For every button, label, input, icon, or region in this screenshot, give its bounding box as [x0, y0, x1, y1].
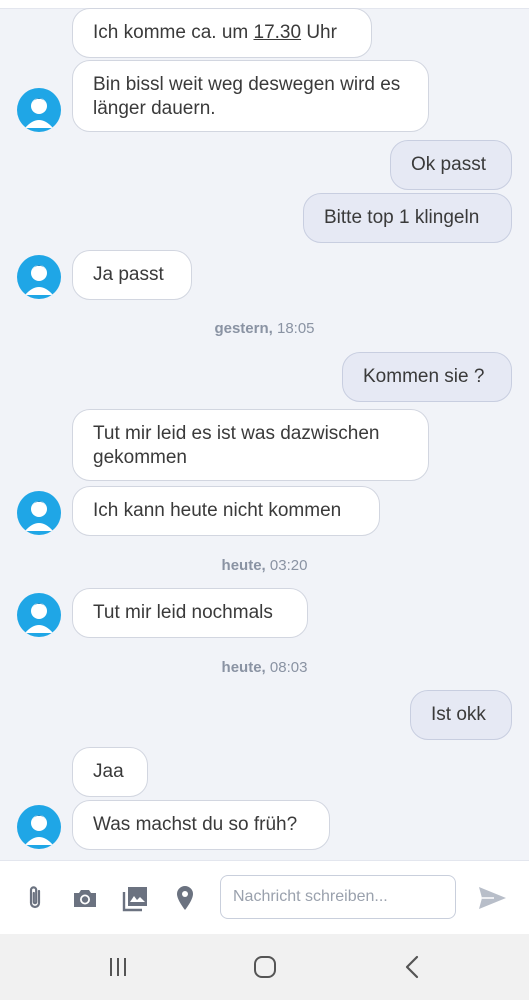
send-icon[interactable]	[476, 883, 508, 913]
time-link[interactable]: 17.30	[254, 22, 302, 43]
user-avatar-icon[interactable]	[17, 255, 61, 299]
timestamp-time: 18:05	[272, 320, 315, 337]
message-outgoing[interactable]: Kommen sie ?	[342, 352, 512, 402]
message-text: Was machst du so früh?	[93, 814, 298, 835]
message-outgoing[interactable]: Bitte top 1 klingeln	[303, 193, 512, 243]
message-incoming[interactable]: Ja passt	[72, 250, 192, 300]
message-incoming[interactable]: Jaa	[72, 747, 148, 797]
message-incoming[interactable]: Was machst du so früh?	[72, 800, 330, 850]
message-text: Ich kann heute nicht kommen	[93, 500, 342, 521]
user-avatar-icon[interactable]	[17, 491, 61, 535]
message-text: Kommen sie ?	[363, 366, 485, 387]
timestamp: heute, 03:20	[0, 557, 529, 574]
message-text: Bin bissl weit weg deswegen wird es läng…	[93, 74, 401, 119]
timestamp-day: gestern,	[214, 320, 273, 337]
user-avatar-icon[interactable]	[17, 593, 61, 637]
back-icon[interactable]	[398, 952, 428, 982]
recent-apps-icon[interactable]	[103, 952, 133, 982]
camera-icon[interactable]	[70, 883, 100, 913]
message-text: Ist okk	[431, 704, 486, 725]
user-avatar-icon[interactable]	[17, 88, 61, 132]
timestamp-time: 03:20	[265, 557, 308, 574]
message-text: Tut mir leid es ist was dazwischen gekom…	[93, 423, 380, 468]
message-input[interactable]	[220, 875, 456, 919]
message-incoming[interactable]: Bin bissl weit weg deswegen wird es läng…	[72, 60, 429, 132]
message-outgoing[interactable]: Ok passt	[390, 140, 512, 190]
system-nav-bar	[0, 934, 529, 1000]
message-incoming[interactable]: Ich komme ca. um 17.30 Uhr	[72, 8, 372, 58]
message-incoming[interactable]: Ich kann heute nicht kommen	[72, 486, 380, 536]
message-text: Ja passt	[93, 264, 164, 285]
message-incoming[interactable]: Tut mir leid nochmals	[72, 588, 308, 638]
message-text: Tut mir leid nochmals	[93, 602, 273, 623]
image-icon[interactable]	[120, 883, 150, 913]
message-composer	[0, 860, 529, 935]
message-text: Jaa	[93, 761, 124, 782]
message-text: Uhr	[301, 22, 337, 43]
timestamp-time: 08:03	[265, 659, 308, 676]
timestamp-day: heute,	[221, 557, 266, 574]
timestamp-day: heute,	[221, 659, 266, 676]
user-avatar-icon[interactable]	[17, 805, 61, 849]
timestamp: heute, 08:03	[0, 659, 529, 676]
message-incoming[interactable]: Tut mir leid es ist was dazwischen gekom…	[72, 409, 429, 481]
message-outgoing[interactable]: Ist okk	[410, 690, 512, 740]
timestamp: gestern, 18:05	[0, 320, 529, 337]
message-text: Ok passt	[411, 154, 486, 175]
message-text: Ich komme ca. um	[93, 22, 254, 43]
home-icon[interactable]	[250, 952, 280, 982]
location-pin-icon[interactable]	[170, 883, 200, 913]
paperclip-icon[interactable]	[20, 883, 50, 913]
message-text: Bitte top 1 klingeln	[324, 207, 480, 228]
